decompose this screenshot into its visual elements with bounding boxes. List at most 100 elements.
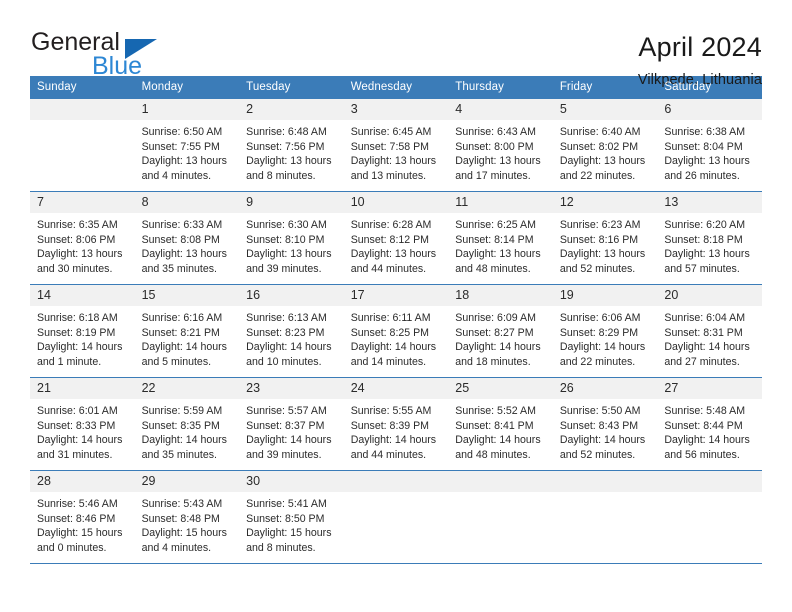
day-cell-20[interactable]: 20 Sunrise: 6:04 AM Sunset: 8:31 PM Dayli… [657,285,762,377]
day-cell-25[interactable]: 25 Sunrise: 5:52 AM Sunset: 8:41 PM Dayli… [448,378,553,470]
day-sun-details: Sunrise: 6:45 AM Sunset: 7:58 PM Dayligh… [350,126,437,182]
day-number: 16 [239,285,344,306]
day-sun-details: Sunrise: 6:01 AM Sunset: 8:33 PM Dayligh… [37,405,123,461]
day-cell-27[interactable]: 27 Sunrise: 5:48 AM Sunset: 8:44 PM Dayli… [657,378,762,470]
day-number: 29 [134,471,240,492]
day-sun-details: Sunrise: 6:20 AM Sunset: 8:18 PM Dayligh… [664,219,750,275]
day-number [30,99,135,120]
day-cell-1[interactable]: 1 Sunrise: 6:50 AM Sunset: 7:55 PM Daylig… [134,99,240,191]
calendar-cell [343,470,449,564]
calendar-page: General Blue April 2024 Vilkpede, Lithua… [0,0,792,612]
day-cell-empty [657,471,762,563]
day-cell-5[interactable]: 5 Sunrise: 6:40 AM Sunset: 8:02 PM Daylig… [552,99,658,191]
calendar-week-row: 14 Sunrise: 6:18 AM Sunset: 8:19 PM Dayli… [30,284,762,378]
day-cell-24[interactable]: 24 Sunrise: 5:55 AM Sunset: 8:39 PM Dayli… [343,378,449,470]
calendar-cell: 28 Sunrise: 5:46 AM Sunset: 8:46 PM Dayli… [30,470,135,564]
day-number: 12 [552,192,658,213]
title-block: April 2024 Vilkpede, Lithuania [638,30,762,88]
day-cell-13[interactable]: 13 Sunrise: 6:20 AM Sunset: 8:18 PM Dayli… [657,192,762,284]
day-cell-19[interactable]: 19 Sunrise: 6:06 AM Sunset: 8:29 PM Dayli… [552,285,658,377]
day-cell-18[interactable]: 18 Sunrise: 6:09 AM Sunset: 8:27 PM Dayli… [448,285,553,377]
day-sun-details: Sunrise: 5:46 AM Sunset: 8:46 PM Dayligh… [37,498,123,554]
day-cell-7[interactable]: 7 Sunrise: 6:35 AM Sunset: 8:06 PM Daylig… [30,192,135,284]
calendar-cell: 24 Sunrise: 5:55 AM Sunset: 8:39 PM Dayli… [343,377,449,471]
day-cell-16[interactable]: 16 Sunrise: 6:13 AM Sunset: 8:23 PM Dayli… [239,285,344,377]
day-cell-empty [30,99,135,191]
calendar-cell: 12 Sunrise: 6:23 AM Sunset: 8:16 PM Dayli… [552,191,658,285]
day-cell-17[interactable]: 17 Sunrise: 6:11 AM Sunset: 8:25 PM Dayli… [343,285,449,377]
page-title: April 2024 [638,32,762,62]
day-number [552,471,658,492]
calendar-cell: 22 Sunrise: 5:59 AM Sunset: 8:35 PM Dayli… [134,377,240,471]
day-cell-12[interactable]: 12 Sunrise: 6:23 AM Sunset: 8:16 PM Dayli… [552,192,658,284]
day-cell-8[interactable]: 8 Sunrise: 6:33 AM Sunset: 8:08 PM Daylig… [134,192,240,284]
calendar-cell: 1 Sunrise: 6:50 AM Sunset: 7:55 PM Daylig… [134,98,240,192]
day-cell-21[interactable]: 21 Sunrise: 6:01 AM Sunset: 8:33 PM Dayli… [30,378,135,470]
day-sun-details: Sunrise: 5:52 AM Sunset: 8:41 PM Dayligh… [455,405,541,461]
calendar-body: 1 Sunrise: 6:50 AM Sunset: 7:55 PM Daylig… [30,98,762,564]
day-cell-4[interactable]: 4 Sunrise: 6:43 AM Sunset: 8:00 PM Daylig… [448,99,553,191]
calendar-cell: 15 Sunrise: 6:16 AM Sunset: 8:21 PM Dayli… [134,284,240,378]
day-sun-details: Sunrise: 5:59 AM Sunset: 8:35 PM Dayligh… [141,405,227,461]
calendar-cell [657,470,762,564]
day-cell-23[interactable]: 23 Sunrise: 5:57 AM Sunset: 8:37 PM Dayli… [239,378,344,470]
day-number: 6 [657,99,762,120]
day-cell-2[interactable]: 2 Sunrise: 6:48 AM Sunset: 7:56 PM Daylig… [239,99,344,191]
day-sun-details: Sunrise: 6:16 AM Sunset: 8:21 PM Dayligh… [141,312,227,368]
day-number: 13 [657,192,762,213]
day-sun-details: Sunrise: 6:28 AM Sunset: 8:12 PM Dayligh… [350,219,437,275]
calendar-cell: 3 Sunrise: 6:45 AM Sunset: 7:58 PM Daylig… [343,98,449,192]
day-cell-10[interactable]: 10 Sunrise: 6:28 AM Sunset: 8:12 PM Dayli… [343,192,449,284]
day-cell-26[interactable]: 26 Sunrise: 5:50 AM Sunset: 8:43 PM Dayli… [552,378,658,470]
day-cell-22[interactable]: 22 Sunrise: 5:59 AM Sunset: 8:35 PM Dayli… [134,378,240,470]
calendar-cell: 21 Sunrise: 6:01 AM Sunset: 8:33 PM Dayli… [30,377,135,471]
day-number: 14 [30,285,135,306]
day-cell-empty [552,471,658,563]
day-sun-details: Sunrise: 6:11 AM Sunset: 8:25 PM Dayligh… [350,312,437,368]
day-sun-details: Sunrise: 5:55 AM Sunset: 8:39 PM Dayligh… [350,405,437,461]
day-number: 10 [343,192,449,213]
day-sun-details: Sunrise: 6:23 AM Sunset: 8:16 PM Dayligh… [559,219,646,275]
day-number: 28 [30,471,135,492]
day-number: 1 [134,99,240,120]
day-sun-details: Sunrise: 6:43 AM Sunset: 8:00 PM Dayligh… [455,126,541,182]
day-sun-details: Sunrise: 6:25 AM Sunset: 8:14 PM Dayligh… [455,219,541,275]
day-number: 20 [657,285,762,306]
day-sun-details [553,492,658,497]
calendar-cell: 11 Sunrise: 6:25 AM Sunset: 8:14 PM Dayli… [448,191,553,285]
calendar-week-row: 1 Sunrise: 6:50 AM Sunset: 7:55 PM Daylig… [30,98,762,192]
day-number: 26 [552,378,658,399]
day-sun-details: Sunrise: 5:41 AM Sunset: 8:50 PM Dayligh… [246,498,332,554]
calendar-cell: 8 Sunrise: 6:33 AM Sunset: 8:08 PM Daylig… [134,191,240,285]
calendar-cell: 6 Sunrise: 6:38 AM Sunset: 8:04 PM Daylig… [657,98,762,192]
calendar-cell: 2 Sunrise: 6:48 AM Sunset: 7:56 PM Daylig… [239,98,344,192]
day-sun-details [344,492,449,497]
day-sun-details [30,120,135,125]
brand-logo[interactable]: General Blue [30,30,170,80]
day-sun-details: Sunrise: 5:43 AM Sunset: 8:48 PM Dayligh… [141,498,227,554]
brand-name-blue: Blue [92,52,143,80]
day-sun-details: Sunrise: 6:48 AM Sunset: 7:56 PM Dayligh… [246,126,332,182]
day-cell-30[interactable]: 30 Sunrise: 5:41 AM Sunset: 8:50 PM Dayli… [239,471,344,563]
day-cell-9[interactable]: 9 Sunrise: 6:30 AM Sunset: 8:10 PM Daylig… [239,192,344,284]
day-number: 21 [30,378,135,399]
day-cell-15[interactable]: 15 Sunrise: 6:16 AM Sunset: 8:21 PM Dayli… [134,285,240,377]
day-cell-29[interactable]: 29 Sunrise: 5:43 AM Sunset: 8:48 PM Dayli… [134,471,240,563]
weekday-header-thursday: Thursday [448,76,553,99]
day-sun-details: Sunrise: 6:35 AM Sunset: 8:06 PM Dayligh… [37,219,123,275]
calendar-cell: 14 Sunrise: 6:18 AM Sunset: 8:19 PM Dayli… [30,284,135,378]
calendar-cell: 23 Sunrise: 5:57 AM Sunset: 8:37 PM Dayli… [239,377,344,471]
day-cell-11[interactable]: 11 Sunrise: 6:25 AM Sunset: 8:14 PM Dayli… [448,192,553,284]
weekday-header-monday: Monday [134,76,240,99]
weekday-header-wednesday: Wednesday [343,76,449,99]
day-cell-6[interactable]: 6 Sunrise: 6:38 AM Sunset: 8:04 PM Daylig… [657,99,762,191]
calendar-cell: 13 Sunrise: 6:20 AM Sunset: 8:18 PM Dayli… [657,191,762,285]
day-cell-14[interactable]: 14 Sunrise: 6:18 AM Sunset: 8:19 PM Dayli… [30,285,135,377]
day-cell-28[interactable]: 28 Sunrise: 5:46 AM Sunset: 8:46 PM Dayli… [30,471,135,563]
day-sun-details: Sunrise: 6:30 AM Sunset: 8:10 PM Dayligh… [246,219,332,275]
calendar-cell: 20 Sunrise: 6:04 AM Sunset: 8:31 PM Dayli… [657,284,762,378]
calendar-cell: 19 Sunrise: 6:06 AM Sunset: 8:29 PM Dayli… [552,284,658,378]
day-cell-3[interactable]: 3 Sunrise: 6:45 AM Sunset: 7:58 PM Daylig… [343,99,449,191]
day-number: 5 [552,99,658,120]
calendar-cell: 16 Sunrise: 6:13 AM Sunset: 8:23 PM Dayli… [239,284,344,378]
